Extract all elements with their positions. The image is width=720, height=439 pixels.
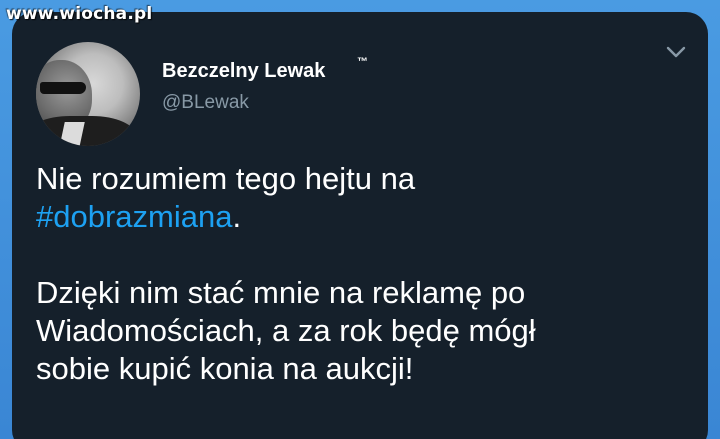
tweet-line-4: Wiadomościach, a za rok będę mógł [36,313,536,348]
avatar[interactable] [36,42,140,146]
tweet-period: . [232,199,242,234]
watermark: www.wiocha.pl [6,4,153,24]
avatar-sunglasses [40,82,86,94]
tweet-text: Nie rozumiem tego hejtu na #dobrazmiana.… [36,160,696,388]
tweet-line-3: Dzięki nim stać mnie na reklamę po [36,275,526,310]
user-handle[interactable]: @BLewak [162,92,249,114]
trademark-symbol: ™ [357,56,368,68]
display-name[interactable]: Bezczelny Lewak [162,60,325,83]
tweet-card[interactable]: Bezczelny Lewak ™ @BLewak Nie rozumiem t… [12,12,708,439]
hashtag-link[interactable]: #dobrazmiana [36,199,232,234]
tweet-line-1: Nie rozumiem tego hejtu na [36,161,416,196]
chevron-down-icon[interactable] [664,42,688,62]
avatar-suit [36,116,136,146]
tweet-line-2: #dobrazmiana. [36,198,696,236]
screenshot-frame: www.wiocha.pl Bezczelny Lewak ™ @BLewak … [0,0,720,439]
tweet-line-5: sobie kupić konia na aukcji! [36,351,414,386]
